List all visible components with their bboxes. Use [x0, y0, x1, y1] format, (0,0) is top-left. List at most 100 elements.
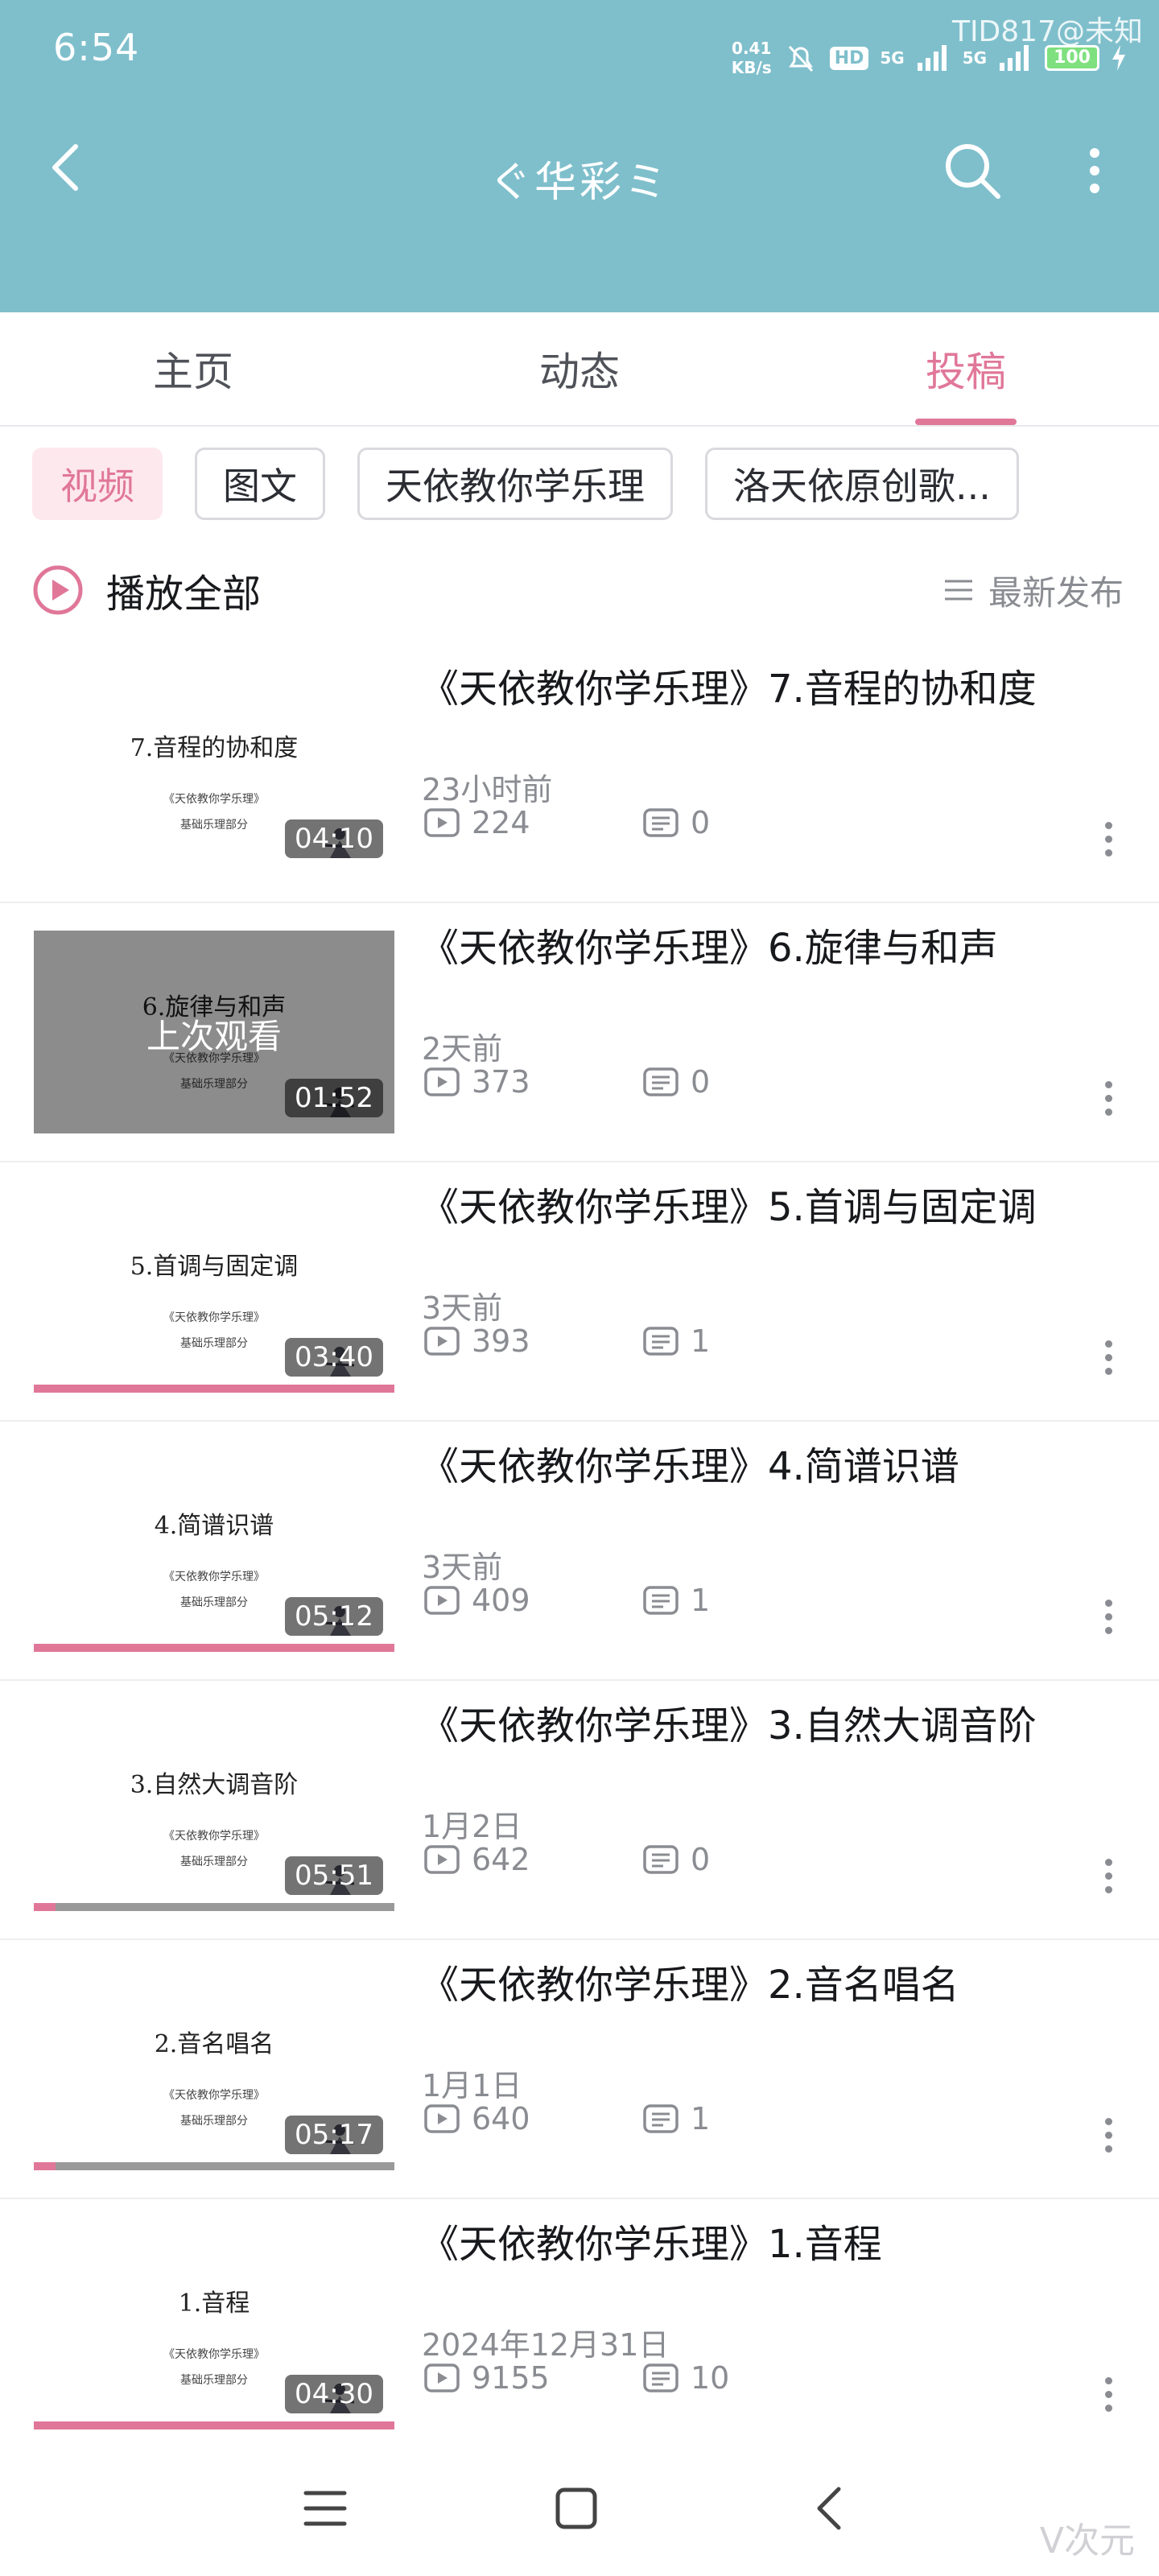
comment-count-value: 10: [691, 2360, 730, 2396]
video-more-button[interactable]: [1096, 815, 1120, 863]
system-back-button[interactable]: [797, 2476, 861, 2541]
play-count-value: 393: [472, 1323, 530, 1359]
dot: [1104, 1872, 1112, 1880]
play-count: 9155: [423, 2360, 550, 2396]
dot: [1104, 1858, 1112, 1866]
watch-progress-bar: [34, 1644, 394, 1652]
progress-track: [34, 2162, 394, 2170]
dot: [1104, 821, 1112, 829]
thumbnail-series: 《天依教你学乐理》: [163, 2348, 265, 2361]
video-title[interactable]: 《天依教你学乐理》4.简谱识谱: [420, 1435, 959, 1491]
filter-chip-series-music-theory[interactable]: 天依教你学乐理: [357, 448, 673, 520]
video-item[interactable]: 4.简谱识谱 《天依教你学乐理》 基础乐理部分 05:12 《天依教你学乐理》4…: [0, 1422, 1159, 1681]
play-count: 640: [423, 2101, 530, 2136]
dot: [1104, 2145, 1112, 2153]
tab-dynamic[interactable]: 动态: [386, 312, 773, 425]
video-thumbnail[interactable]: 5.首调与固定调 《天依教你学乐理》 基础乐理部分 03:40: [34, 1190, 394, 1393]
thumbnail-series: 《天依教你学乐理》: [163, 1571, 265, 1583]
video-date: 2天前: [422, 1031, 503, 1067]
signal-icon: [917, 45, 947, 71]
dot: [1104, 1367, 1112, 1375]
more-options-button[interactable]: [1070, 138, 1119, 203]
play-circle-icon: [33, 565, 83, 615]
last-watched-label: 上次观看: [146, 1017, 282, 1056]
recents-button[interactable]: [293, 2476, 357, 2541]
comment-count: 1: [642, 1323, 710, 1359]
filter-chip-video[interactable]: 视频: [32, 448, 163, 520]
search-button[interactable]: [940, 138, 1004, 203]
dot: [1104, 848, 1112, 857]
search-icon: [946, 144, 1000, 199]
thumbnail-title: 4.简谱识谱: [154, 1512, 274, 1540]
video-date: 23小时前: [422, 772, 553, 807]
net-speed-unit: KB/s: [731, 58, 772, 77]
play-count-value: 9155: [472, 2360, 550, 2396]
comment-count: 0: [642, 805, 710, 840]
video-more-button[interactable]: [1096, 2111, 1120, 2159]
filter-chip-article[interactable]: 图文: [195, 448, 325, 520]
video-item[interactable]: 5.首调与固定调 《天依教你学乐理》 基础乐理部分 03:40 《天依教你学乐理…: [0, 1162, 1159, 1422]
sort-button[interactable]: 最新发布: [943, 554, 1124, 626]
video-date: 3天前: [422, 1290, 503, 1326]
video-thumbnail[interactable]: 3.自然大调音阶 《天依教你学乐理》 基础乐理部分 05:51: [34, 1708, 394, 1911]
sort-lines-icon: [944, 580, 972, 601]
comment-icon: [643, 1067, 678, 1096]
video-item[interactable]: 3.自然大调音阶 《天依教你学乐理》 基础乐理部分 05:51 《天依教你学乐理…: [0, 1681, 1159, 1940]
video-more-button[interactable]: [1096, 1852, 1120, 1900]
video-title[interactable]: 《天依教你学乐理》6.旋律与和声: [420, 916, 998, 972]
play-count: 373: [423, 1064, 530, 1100]
play-count-icon: [424, 1327, 460, 1356]
thumbnail-title: 1.音程: [178, 2289, 250, 2318]
play-count-icon: [424, 808, 460, 837]
video-duration: 05:17: [285, 2116, 383, 2154]
video-thumbnail[interactable]: 6.旋律与和声 《天依教你学乐理》 基础乐理部分 上次观看 01:52: [34, 931, 394, 1133]
video-item[interactable]: 6.旋律与和声 《天依教你学乐理》 基础乐理部分 上次观看 01:52 《天依教…: [0, 903, 1159, 1162]
comment-count: 0: [642, 1064, 710, 1100]
video-more-button[interactable]: [1096, 2370, 1120, 2418]
home-button[interactable]: [544, 2476, 608, 2541]
tab-uploads[interactable]: 投稿: [773, 312, 1159, 425]
comment-icon: [643, 1845, 678, 1874]
dot: [1104, 1340, 1112, 1348]
thumbnail-series: 《天依教你学乐理》: [163, 1830, 265, 1843]
comment-count: 1: [642, 2101, 710, 2136]
net-speed-value: 0.41: [732, 39, 772, 58]
video-item[interactable]: 2.音名唱名 《天依教你学乐理》 基础乐理部分 05:17 《天依教你学乐理》2…: [0, 1940, 1159, 2199]
menu-lines-icon: [303, 2491, 347, 2526]
comment-icon: [643, 2363, 678, 2392]
video-thumbnail[interactable]: 4.简谱识谱 《天依教你学乐理》 基础乐理部分 05:12: [34, 1449, 394, 1652]
video-title[interactable]: 《天依教你学乐理》1.音程: [420, 2212, 882, 2268]
video-more-button[interactable]: [1096, 1074, 1120, 1122]
video-thumbnail[interactable]: 1.音程 《天依教你学乐理》 基础乐理部分 04:30: [34, 2227, 394, 2429]
profile-tabs: 主页 动态 投稿: [0, 312, 1159, 427]
video-title[interactable]: 《天依教你学乐理》2.音名唱名: [420, 1953, 959, 2009]
play-count: 393: [423, 1323, 530, 1359]
dot: [1104, 2390, 1112, 2398]
play-all-label: 播放全部: [106, 572, 262, 617]
video-title[interactable]: 《天依教你学乐理》5.首调与固定调: [420, 1175, 1037, 1232]
tab-home[interactable]: 主页: [0, 312, 386, 425]
thumbnail-title: 2.音名唱名: [154, 2030, 274, 2058]
video-title[interactable]: 《天依教你学乐理》7.音程的协和度: [420, 657, 1037, 713]
comment-count-value: 0: [691, 1842, 711, 1877]
video-thumbnail[interactable]: 7.音程的协和度 《天依教你学乐理》 基础乐理部分 04:10: [34, 671, 394, 874]
back-chevron-icon: [817, 2487, 841, 2530]
video-thumbnail[interactable]: 2.音名唱名 《天依教你学乐理》 基础乐理部分 05:17: [34, 1967, 394, 2170]
play-all-button[interactable]: 播放全部: [32, 554, 261, 626]
thumbnail-series: 《天依教你学乐理》: [163, 793, 265, 806]
comment-count: 0: [642, 1842, 710, 1877]
play-count-icon: [424, 1845, 460, 1874]
video-item[interactable]: 7.音程的协和度 《天依教你学乐理》 基础乐理部分 04:10 《天依教你学乐理…: [0, 644, 1159, 903]
filter-chip-series-original-songs[interactable]: 洛天依原创歌...: [705, 448, 1019, 520]
video-more-button[interactable]: [1096, 1592, 1120, 1641]
comment-icon: [643, 808, 678, 837]
play-count-icon: [424, 2104, 460, 2133]
watch-progress-bar: [34, 2421, 394, 2429]
video-title[interactable]: 《天依教你学乐理》3.自然大调音阶: [420, 1694, 1037, 1750]
home-square-icon: [555, 2487, 597, 2529]
video-item[interactable]: 1.音程 《天依教你学乐理》 基础乐理部分 04:30 《天依教你学乐理》1.音…: [0, 2199, 1159, 2458]
dot: [1104, 1080, 1112, 1088]
header-bar: 6:54 TID817@未知 0.41 KB/s HD 5G 5G 100 ぐ华…: [0, 0, 1159, 312]
video-more-button[interactable]: [1096, 1333, 1120, 1381]
dot: [1104, 2404, 1112, 2412]
